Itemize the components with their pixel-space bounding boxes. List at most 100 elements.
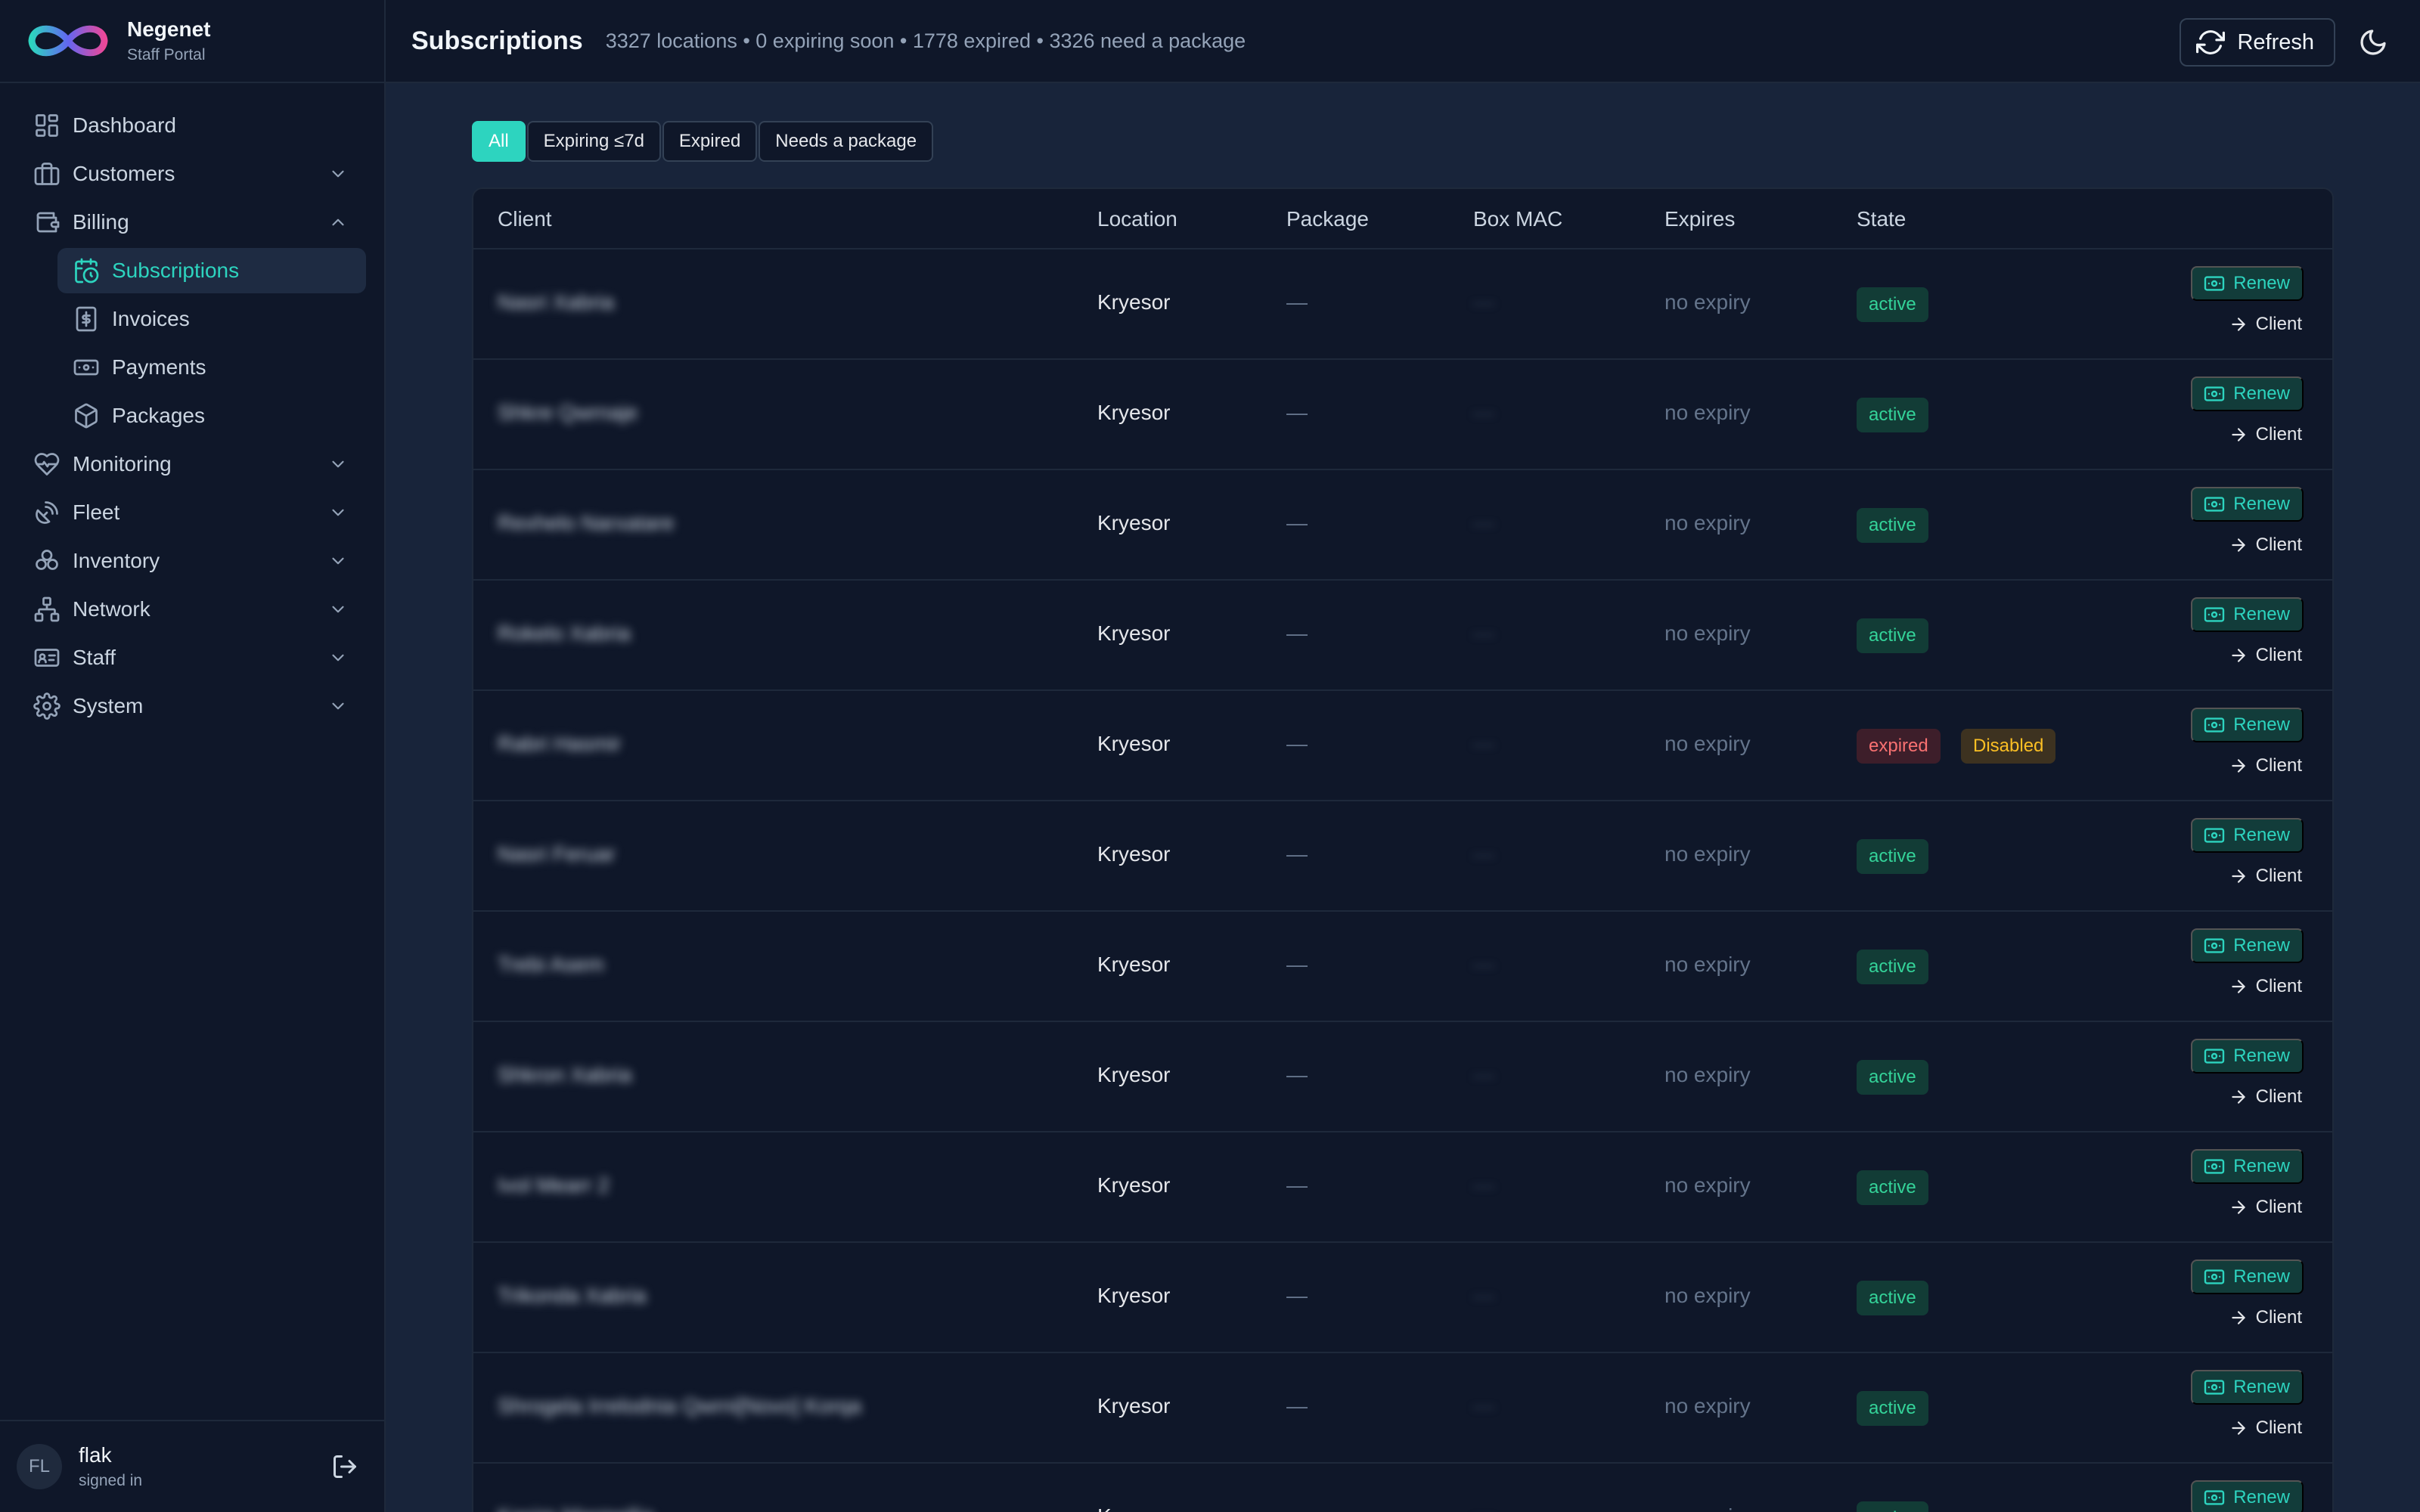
client-link[interactable]: Client <box>2229 638 2302 673</box>
table-row[interactable]: Trebi Asem Kryesor — — no expiry active Renew C… <box>473 912 2332 1022</box>
client-link[interactable]: Client <box>2229 417 2302 452</box>
column-header-state[interactable]: State <box>1857 207 1906 231</box>
renew-button[interactable]: Renew <box>2191 266 2304 301</box>
banknote-icon <box>2204 828 2225 843</box>
table-row[interactable]: Nasri Xabria Kryesor — — no expiry active Rene… <box>473 249 2332 360</box>
renew-button[interactable]: Renew <box>2191 1149 2304 1184</box>
arrow-right-icon <box>2231 1421 2245 1435</box>
sidebar-subitem-payments[interactable]: Payments <box>57 345 366 390</box>
client-name[interactable]: Trikonda Xabria <box>498 1284 647 1308</box>
chevron-down-icon[interactable] <box>328 600 348 619</box>
renew-button[interactable]: Renew <box>2191 928 2304 963</box>
client-name[interactable]: Nasri Feruar <box>498 842 616 866</box>
renew-button[interactable]: Renew <box>2191 1039 2304 1074</box>
sidebar-subitem-subscriptions[interactable]: Subscriptions <box>57 248 366 293</box>
sidebar-item-staff[interactable]: Staff <box>18 635 366 680</box>
sidebar-item-fleet[interactable]: Fleet <box>18 490 366 535</box>
filter-needs-a-package[interactable]: Needs a package <box>759 121 934 162</box>
client-link[interactable]: Client <box>2229 1190 2302 1225</box>
banknote-icon <box>2204 1159 2225 1174</box>
client-name[interactable]: Shkre Qwrnaje <box>498 401 638 425</box>
avatar[interactable]: FL <box>17 1444 62 1489</box>
sidebar-subitem-label: Packages <box>112 404 205 427</box>
table-row[interactable]: Shkre Qwrnaje Kryesor — — no expiry active Ren… <box>473 360 2332 470</box>
box-mac: — <box>1473 621 1494 645</box>
client-name[interactable]: Shkron Xabria <box>498 1063 631 1087</box>
chevron-down-icon[interactable] <box>328 648 348 668</box>
brand[interactable]: Negenet Staff Portal <box>0 0 384 83</box>
sidebar-item-system[interactable]: System <box>18 683 366 729</box>
client-name[interactable]: Kasim Marmellia <box>498 1504 654 1512</box>
sidebar-item-monitoring[interactable]: Monitoring <box>18 442 366 487</box>
chevron-down-icon[interactable] <box>328 551 348 571</box>
table-row[interactable]: Kasim Marmellia Kryesor — — no expiry active R… <box>473 1464 2332 1512</box>
table-row[interactable]: Nasri Feruar Kryesor — — no expiry active Rene… <box>473 801 2332 912</box>
sidebar-item-inventory[interactable]: Inventory <box>18 538 366 584</box>
renew-button[interactable]: Renew <box>2191 708 2304 742</box>
dashboard-icon-wrap <box>33 112 60 139</box>
renew-button[interactable]: Renew <box>2191 1259 2304 1294</box>
client-name[interactable]: Rexhelo Narxatare <box>498 511 674 535</box>
network-icon <box>34 596 60 622</box>
box-mac: — <box>1473 732 1494 755</box>
status-badge: active <box>1857 1060 1928 1095</box>
table-row[interactable]: Shrogela Irrelodnia Qwrni[Novo] Korqa Kry… <box>473 1353 2332 1464</box>
renew-button[interactable]: Renew <box>2191 487 2304 522</box>
client-link[interactable]: Client <box>2229 307 2302 342</box>
table-row[interactable]: Rabri Hasmir Kryesor — — no expiry expired Dis… <box>473 691 2332 801</box>
filter-all[interactable]: All <box>472 121 526 162</box>
client-link-label: Client <box>2255 1418 2302 1438</box>
column-header-location[interactable]: Location <box>1097 207 1177 231</box>
column-header-expires[interactable]: Expires <box>1665 207 1735 231</box>
sidebar-item-network[interactable]: Network <box>18 587 366 632</box>
filter-expiring-7d[interactable]: Expiring ≤7d <box>526 121 661 162</box>
client-link[interactable]: Client <box>2229 859 2302 894</box>
chevron-down-icon[interactable] <box>328 503 348 522</box>
client-link-label: Client <box>2255 1086 2302 1107</box>
client-link[interactable]: Client <box>2229 748 2302 783</box>
sidebar-subitem-label: Payments <box>112 355 206 379</box>
client-name[interactable]: Trebi Asem <box>498 953 604 977</box>
heart-pulse-icon <box>34 453 60 476</box>
moon-icon[interactable] <box>2358 27 2388 57</box>
logout-icon[interactable] <box>331 1453 358 1480</box>
table-row[interactable]: Rokelo Xabria Kryesor — — no expiry active Ren… <box>473 581 2332 691</box>
renew-button[interactable]: Renew <box>2191 597 2304 632</box>
table-row[interactable]: Trikonda Xabria Kryesor — — no expiry active R… <box>473 1243 2332 1353</box>
column-header-client[interactable]: Client <box>498 207 552 231</box>
chevron-down-icon[interactable] <box>328 454 348 474</box>
client-link[interactable]: Client <box>2229 969 2302 1004</box>
subscriptions-table: Client Location Package Box MAC Expires State… <box>472 187 2334 1512</box>
client-name[interactable]: Rokelo Xabria <box>498 621 631 646</box>
client-link[interactable]: Client <box>2229 528 2302 562</box>
client-link[interactable]: Client <box>2229 1411 2302 1445</box>
table-row[interactable]: Rexhelo Narxatare Kryesor — — no expiry activ… <box>473 470 2332 581</box>
client-name[interactable]: Nasri Xabria <box>498 290 614 314</box>
banknote-icon-wrap <box>73 354 100 381</box>
column-header-box-mac[interactable]: Box MAC <box>1473 207 1562 231</box>
column-header-package[interactable]: Package <box>1286 207 1369 231</box>
banknote-icon <box>2204 497 2225 512</box>
chevron-down-icon[interactable] <box>328 696 348 716</box>
refresh-button[interactable]: Refresh <box>2180 18 2335 67</box>
sidebar-item-dashboard[interactable]: Dashboard <box>18 103 366 148</box>
status-badge: active <box>1857 950 1928 984</box>
filter-expired[interactable]: Expired <box>662 121 758 162</box>
sidebar-subitem-packages[interactable]: Packages <box>57 393 366 438</box>
sidebar-subitem-invoices[interactable]: Invoices <box>57 296 366 342</box>
client-name[interactable]: Ivol Mearr 2 <box>498 1173 610 1198</box>
chevron-down-icon[interactable] <box>328 164 348 184</box>
renew-button[interactable]: Renew <box>2191 818 2304 853</box>
renew-button[interactable]: Renew <box>2191 1480 2304 1512</box>
client-name[interactable]: Shrogela Irrelodnia Qwrni[Novo] Korqa <box>498 1394 861 1418</box>
sidebar-item-billing[interactable]: Billing <box>18 200 366 245</box>
chevron-up-icon[interactable] <box>328 212 348 232</box>
renew-button[interactable]: Renew <box>2191 1370 2304 1405</box>
client-name[interactable]: Rabri Hasmir <box>498 732 621 756</box>
client-link[interactable]: Client <box>2229 1300 2302 1335</box>
table-row[interactable]: Shkron Xabria Kryesor — — no expiry active Ren… <box>473 1022 2332 1132</box>
renew-button[interactable]: Renew <box>2191 376 2304 411</box>
client-link[interactable]: Client <box>2229 1080 2302 1114</box>
table-row[interactable]: Ivol Mearr 2 Kryesor — — no expiry active Rene… <box>473 1132 2332 1243</box>
sidebar-item-customers[interactable]: Customers <box>18 151 366 197</box>
